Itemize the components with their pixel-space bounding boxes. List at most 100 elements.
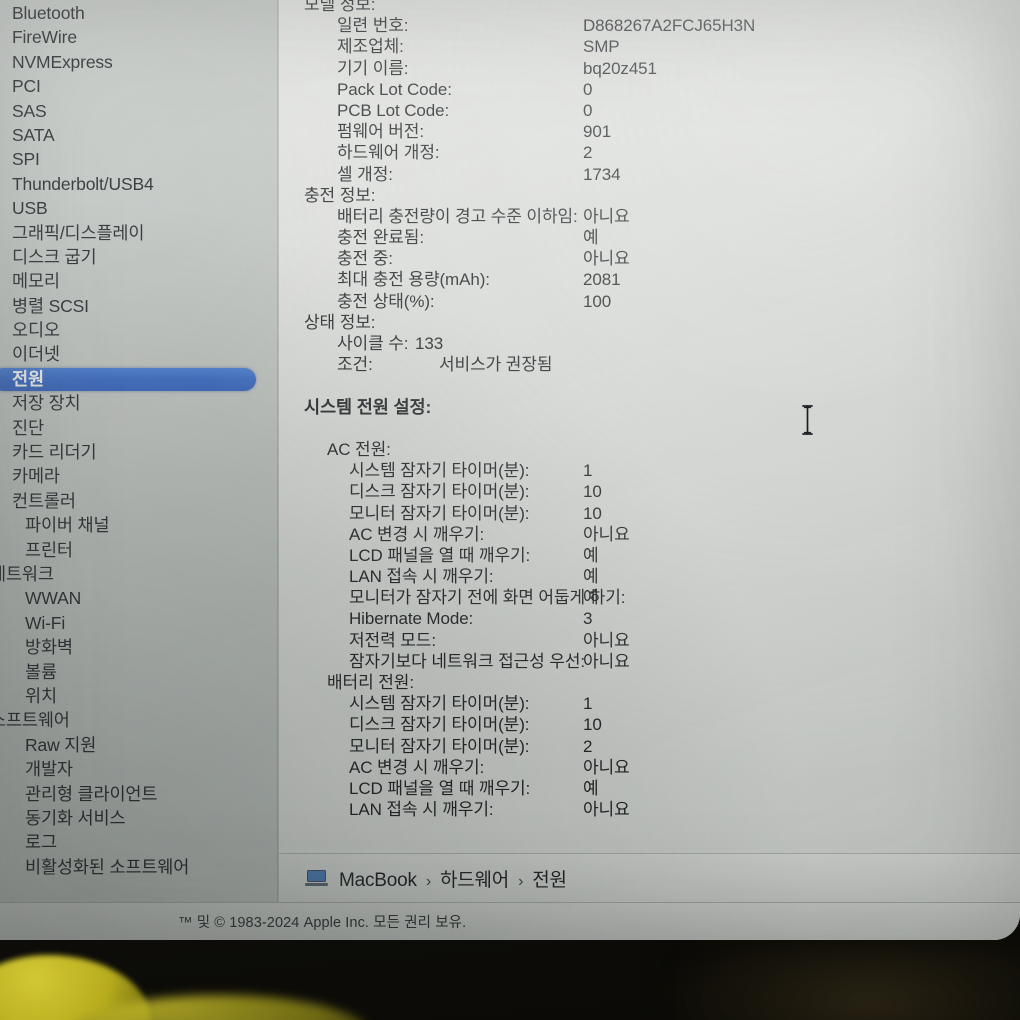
sidebar-item-카드-리더기[interactable]: 카드 리더기 (0, 440, 277, 464)
detail-value: bq20z451 (583, 58, 657, 78)
sidebar-item-label: SPI (12, 149, 40, 170)
breadcrumb-item-1[interactable]: MacBook (339, 870, 417, 891)
sidebar-item-비활성화된-소프트웨어[interactable]: 비활성화된 소프트웨어 (0, 855, 277, 879)
breadcrumb-items: MacBook › 하드웨어 › 전원 (339, 865, 567, 892)
detail-row: 잠자기보다 네트워크 접근성 우선: 아니요 (279, 651, 1020, 672)
detail-value: 133 (415, 334, 444, 353)
detail-key: 잠자기보다 네트워크 접근성 우선: (349, 651, 586, 671)
detail-value: 예 (583, 545, 599, 565)
detail-value: 아니요 (583, 249, 630, 269)
detail-value: 예 (583, 778, 599, 798)
sidebar-item-컨트롤러[interactable]: 컨트롤러 (0, 489, 277, 513)
sidebar-item-네트워크[interactable]: 네트워크 (0, 562, 277, 586)
sidebar-item-방화벽[interactable]: 방화벽 (0, 635, 277, 659)
sidebar-item-관리형-클라이언트[interactable]: 관리형 클라이언트 (0, 782, 277, 806)
detail-value: 0 (583, 79, 593, 99)
sidebar-item-소프트웨어[interactable]: 소프트웨어 (0, 708, 277, 732)
sidebar-item-label: 관리형 클라이언트 (25, 783, 158, 804)
detail-value: 아니요 (583, 800, 630, 820)
group-heading-label: 배터리 전원: (327, 673, 414, 692)
copyright-text: ™ 및 © 1983-2024 Apple Inc. 모든 권리 보유. (178, 915, 467, 931)
sidebar-item-label: 전원 (12, 368, 44, 389)
detail-row: 기기 이름: bq20z451 (279, 58, 1020, 79)
breadcrumb-item-2[interactable]: 하드웨어 (440, 870, 509, 891)
sidebar-item-label: 로그 (25, 832, 57, 853)
sidebar-item-디스크-굽기[interactable]: 디스크 굽기 (0, 245, 277, 269)
detail-value: 아니요 (583, 630, 630, 650)
detail-key: 제조업체: (337, 37, 404, 57)
sidebar-item-전원[interactable]: 전원 (0, 367, 277, 391)
sidebar-item-label: SAS (12, 100, 47, 121)
sidebar-item-label: 방화벽 (25, 637, 73, 658)
detail-value: SMP (583, 37, 620, 57)
group-heading: 충전 정보: (279, 185, 1020, 206)
sidebar-item-병렬-scsi[interactable]: 병렬 SCSI (0, 294, 277, 318)
macbook-icon (305, 870, 328, 886)
power-details-list: 모델 정보: 일련 번호: D868267A2FCJ65H3N 제조업체: SMP 기기 … (279, 0, 1020, 820)
sidebar-item-label: 디스크 굽기 (12, 246, 97, 267)
breadcrumb[interactable]: MacBook › 하드웨어 › 전원 (305, 865, 567, 892)
sidebar-item-pci[interactable]: PCI (0, 74, 277, 98)
sidebar-item-label: PCI (12, 76, 41, 97)
detail-key: 사이클 수: (337, 334, 409, 353)
detail-row: 셀 개정: 1734 (279, 164, 1020, 185)
sidebar-item-thunderbolt-usb4[interactable]: Thunderbolt/USB4 (0, 172, 277, 196)
sidebar-item-label: SATA (12, 124, 55, 145)
detail-value: 서비스가 권장됨 (439, 355, 553, 375)
detail-key: 시스템 잠자기 타이머(분): (349, 694, 530, 714)
sidebar-item-동기화-서비스[interactable]: 동기화 서비스 (0, 806, 277, 830)
breadcrumb-item-3[interactable]: 전원 (532, 870, 567, 891)
group-heading-label: AC 전원: (327, 439, 391, 459)
sidebar-item-label: 소프트웨어 (0, 710, 70, 731)
detail-row: LCD 패널을 열 때 깨우기: 예 (279, 778, 1020, 799)
sidebar-item-그래픽-디스플레이[interactable]: 그래픽/디스플레이 (0, 221, 277, 245)
detail-row: 시스템 잠자기 타이머(분): 1 (279, 693, 1020, 714)
sidebar-item-파이버-채널[interactable]: 파이버 채널 (0, 513, 277, 537)
detail-key: AC 변경 시 깨우기: (349, 524, 485, 544)
sidebar-item-진단[interactable]: 진단 (0, 416, 277, 440)
sidebar-item-raw-지원[interactable]: Raw 지원 (0, 733, 277, 757)
detail-row: PCB Lot Code: 0 (279, 100, 1020, 121)
breadcrumb-separator-icon: › (425, 872, 431, 890)
sidebar-item-spi[interactable]: SPI (0, 147, 277, 171)
sidebar-item-카메라[interactable]: 카메라 (0, 464, 277, 488)
detail-row: 충전 중: 아니요 (279, 248, 1020, 269)
sidebar-item-위치[interactable]: 위치 (0, 684, 277, 708)
content-pane[interactable]: 모델 정보: 일련 번호: D868267A2FCJ65H3N 제조업체: SMP 기기 … (279, 0, 1020, 853)
sidebar-item-프린터[interactable]: 프린터 (0, 538, 277, 562)
subgroup-heading: 배터리 전원: (279, 672, 1020, 693)
sidebar-item-usb[interactable]: USB (0, 196, 277, 220)
sidebar-item-bluetooth[interactable]: Bluetooth (0, 1, 277, 25)
sidebar-item-sas[interactable]: SAS (0, 99, 277, 123)
sidebar-item-wwan[interactable]: WWAN (0, 586, 277, 610)
detail-row: 조건: 서비스가 권장됨 (279, 354, 1020, 375)
detail-row: AC 변경 시 깨우기: 아니요 (279, 524, 1020, 545)
detail-key: AC 변경 시 깨우기: (349, 757, 485, 777)
sidebar-item-저장-장치[interactable]: 저장 장치 (0, 391, 277, 415)
sidebar-item-메모리[interactable]: 메모리 (0, 269, 277, 293)
sidebar-item-볼륨[interactable]: 볼륨 (0, 660, 277, 684)
detail-value: 아니요 (583, 651, 630, 671)
detail-value: 예 (583, 567, 599, 587)
sidebar-item-label: 프린터 (25, 539, 73, 560)
detail-value: 예 (583, 228, 599, 248)
sidebar-item-이더넷[interactable]: 이더넷 (0, 342, 277, 366)
detail-key: 기기 이름: (337, 58, 409, 78)
sidebar-item-로그[interactable]: 로그 (0, 830, 277, 854)
sidebar-item-clipped-bottom[interactable] (0, 879, 277, 893)
sidebar-item-오디오[interactable]: 오디오 (0, 318, 277, 342)
sidebar-item-firewire[interactable]: FireWire (0, 25, 277, 49)
system-information-window: Bluetooth FireWire NVMExpress PCI SAS SATA SPI… (0, 0, 1020, 940)
sidebar-item-label: 진단 (12, 417, 44, 438)
detail-row: 사이클 수: 133 (279, 333, 1020, 354)
breadcrumb-bar: MacBook › 하드웨어 › 전원 (279, 853, 1020, 902)
detail-key: 하드웨어 개정: (337, 143, 440, 163)
sidebar-item-개발자[interactable]: 개발자 (0, 757, 277, 781)
sidebar[interactable]: Bluetooth FireWire NVMExpress PCI SAS SATA SPI… (0, 0, 277, 902)
sidebar-item-wi-fi[interactable]: Wi-Fi (0, 611, 277, 635)
sidebar-item-nvmexpress[interactable]: NVMExpress (0, 50, 277, 74)
detail-row: LAN 접속 시 깨우기: 예 (279, 566, 1020, 587)
sidebar-item-sata[interactable]: SATA (0, 123, 277, 147)
subgroup-heading: AC 전원: (279, 439, 1020, 460)
detail-value: 아니요 (583, 524, 630, 544)
